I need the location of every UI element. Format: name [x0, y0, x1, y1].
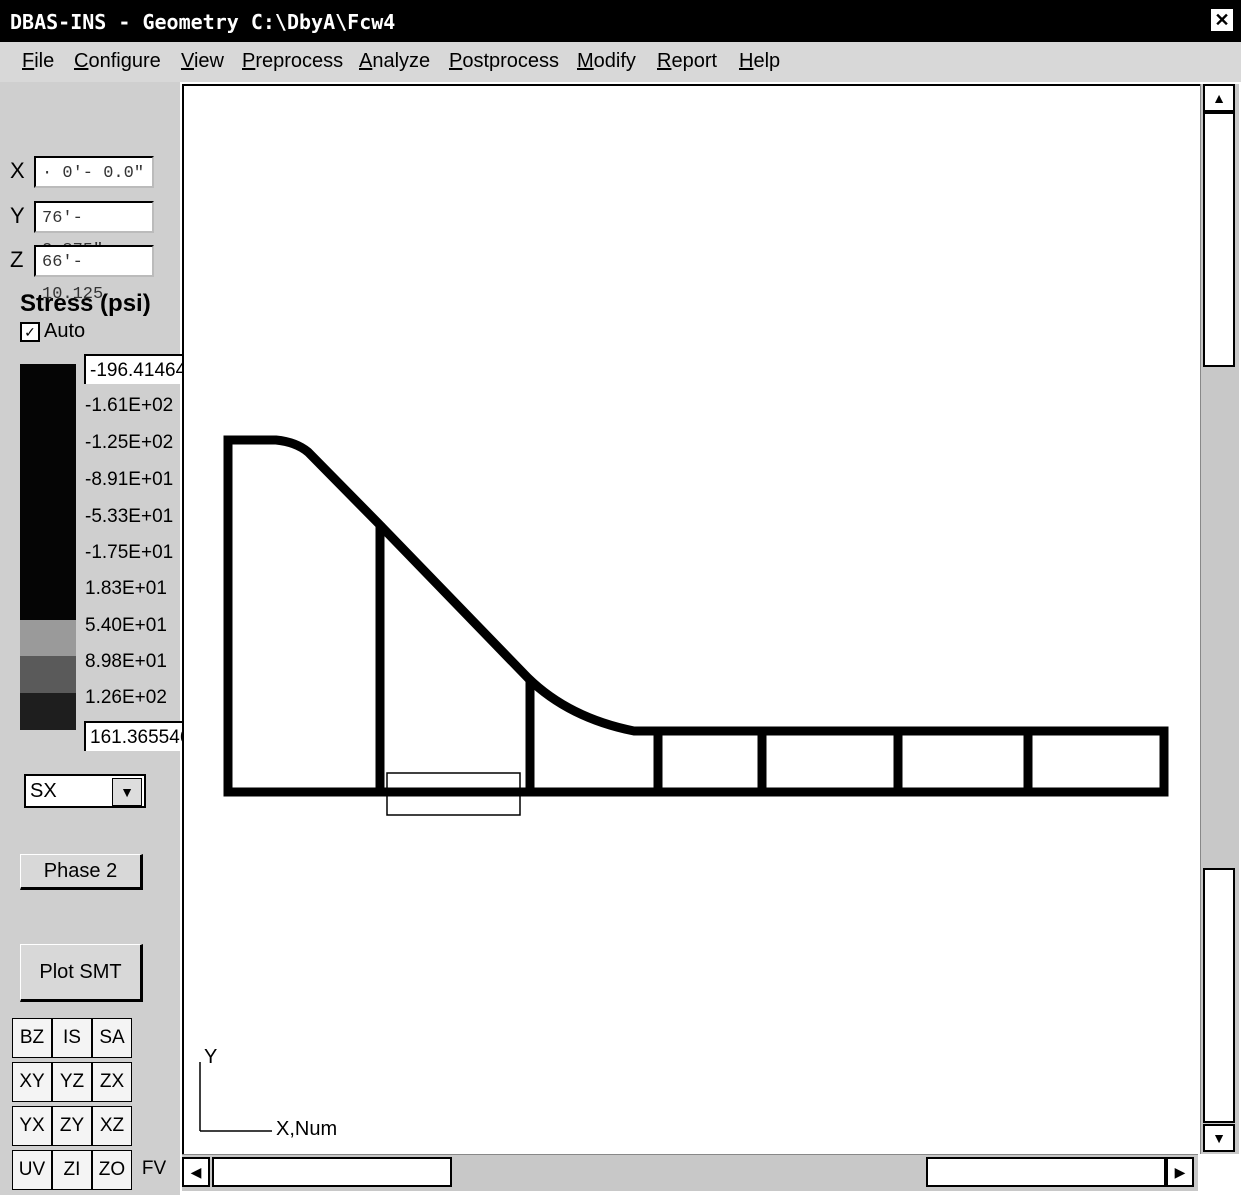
coord-z-label: Z	[10, 247, 24, 272]
coord-x-label: X	[10, 158, 25, 183]
view-button-sa[interactable]: SA	[92, 1018, 132, 1058]
coord-y-label: Y	[10, 203, 25, 228]
menu-report[interactable]: Report	[657, 50, 717, 73]
menu-analyze[interactable]: Analyze	[359, 50, 430, 73]
scroll-up-icon[interactable]: ▲	[1203, 84, 1235, 112]
color-band	[20, 364, 76, 401]
stress-level: -1.25E+02	[85, 432, 174, 453]
vertical-scroll-thumb[interactable]	[1203, 112, 1235, 367]
view-button-xy[interactable]: XY	[12, 1062, 52, 1102]
stress-level: -1.75E+01	[85, 542, 174, 563]
stress-level: -1.61E+02	[85, 395, 174, 416]
menu-bar: File Configure View Preprocess Analyze P…	[0, 42, 1241, 82]
scroll-left-icon[interactable]: ◀	[182, 1157, 210, 1187]
vertical-scroll-track-lower[interactable]	[1203, 868, 1235, 1123]
auto-checkbox[interactable]: ✓ Auto	[20, 320, 85, 343]
view-button-zi[interactable]: ZI	[52, 1150, 92, 1190]
color-band	[20, 656, 76, 693]
coord-x-field[interactable]: · 0'- 0.0"	[34, 156, 154, 188]
menu-help[interactable]: Help	[739, 50, 780, 73]
stress-color-bar	[20, 364, 76, 730]
view-button-yz[interactable]: YZ	[52, 1062, 92, 1102]
color-band	[20, 473, 76, 511]
horizontal-scroll-track-right[interactable]	[926, 1157, 1166, 1187]
stress-level: 1.83E+01	[85, 578, 167, 599]
menu-configure[interactable]: Configure	[74, 50, 161, 73]
view-button-yx[interactable]: YX	[12, 1106, 52, 1146]
component-select[interactable]: SX ▼	[24, 774, 146, 808]
menu-view[interactable]: View	[181, 50, 224, 73]
stress-level: 5.40E+01	[85, 615, 167, 636]
x-axis-label: X,Num	[276, 1118, 338, 1140]
y-axis-label: Y	[204, 1046, 218, 1068]
geometry-canvas[interactable]: Y X,Num	[182, 84, 1200, 1156]
stress-level: 8.98E+01	[85, 651, 167, 672]
vertical-scrollbar[interactable]: ▲ ▼	[1200, 84, 1239, 1154]
color-band	[20, 400, 76, 438]
window-title: DBAS-INS - Geometry C:\DbyA\Fcw4	[10, 10, 396, 34]
color-band	[20, 583, 76, 620]
menu-postprocess[interactable]: Postprocess	[449, 50, 559, 73]
color-band	[20, 437, 76, 474]
stress-level: -8.91E+01	[85, 469, 174, 490]
plot-smt-button[interactable]: Plot SMT	[20, 944, 143, 1002]
coord-z-field[interactable]: 66'- 10.125	[34, 245, 154, 304]
color-band	[20, 692, 76, 730]
component-select-value: SX	[30, 780, 57, 802]
phase-button[interactable]: Phase 2	[20, 854, 143, 890]
stress-title: Stress (psi)	[20, 290, 151, 317]
view-button-zx[interactable]: ZX	[92, 1062, 132, 1102]
view-button-bz[interactable]: BZ	[12, 1018, 52, 1058]
title-bar: DBAS-INS - Geometry C:\DbyA\Fcw4 ✕	[0, 0, 1241, 42]
color-band	[20, 619, 76, 657]
stress-level: -5.33E+01	[85, 506, 174, 527]
scroll-right-icon[interactable]: ▶	[1166, 1157, 1194, 1187]
horizontal-scroll-thumb[interactable]	[212, 1157, 452, 1187]
coord-y-field[interactable]: 76'- 2.875"	[34, 201, 154, 260]
close-icon[interactable]: ✕	[1211, 9, 1233, 31]
menu-file[interactable]: File	[22, 50, 54, 73]
horizontal-scrollbar[interactable]: ◀ ▶	[182, 1154, 1198, 1191]
menu-modify[interactable]: Modify	[577, 50, 636, 73]
view-button-is[interactable]: IS	[52, 1018, 92, 1058]
view-button-xz[interactable]: XZ	[92, 1106, 132, 1146]
geometry-drawing	[199, 435, 1169, 1132]
stress-level: 1.26E+02	[85, 687, 167, 708]
checkbox-check-icon[interactable]: ✓	[20, 321, 40, 342]
view-button-zy[interactable]: ZY	[52, 1106, 92, 1146]
view-button-uv[interactable]: UV	[12, 1150, 52, 1190]
view-button-zo[interactable]: ZO	[92, 1150, 132, 1190]
color-band	[20, 510, 76, 547]
scroll-down-icon[interactable]: ▼	[1203, 1124, 1235, 1152]
chevron-down-icon[interactable]: ▼	[112, 778, 142, 806]
color-band	[20, 546, 76, 584]
left-panel: X · 0'- 0.0" Y 76'- 2.875" Z 66'- 10.125…	[0, 82, 202, 1195]
auto-label: Auto	[44, 320, 86, 342]
menu-preprocess[interactable]: Preprocess	[242, 50, 343, 73]
view-button-fv[interactable]: FV	[134, 1150, 174, 1190]
